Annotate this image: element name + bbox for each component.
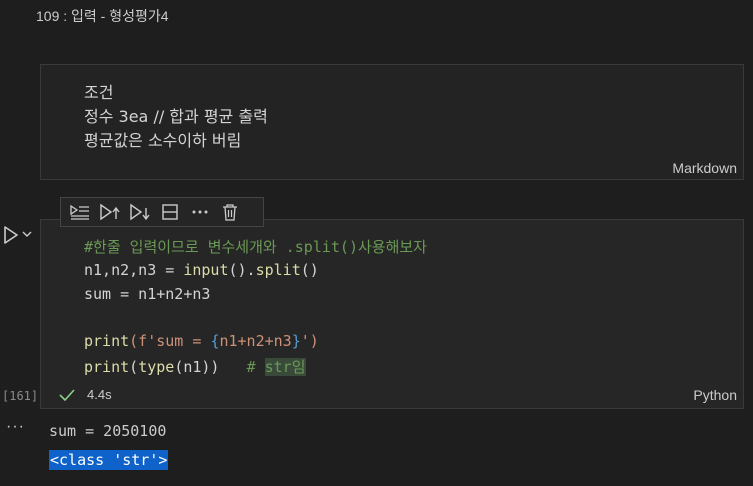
notebook-page: 109 : 입력 - 형성평가4 조건 정수 3ea // 합과 평균 출력 평… (0, 0, 753, 486)
code-comment-highlight: str임 (264, 358, 306, 376)
code-token: input (183, 261, 229, 279)
check-icon (59, 388, 75, 401)
code-token: n1+n2+n3 (219, 332, 292, 350)
output-line: sum = 2050100 (49, 422, 167, 440)
output-selection: <class 'str'> (49, 450, 169, 470)
code-token: n1,n2,n3 = (84, 261, 184, 279)
output-line-selected[interactable]: <class 'str'> (49, 450, 169, 470)
cell-language-label[interactable]: Python (693, 387, 737, 403)
more-actions-icon (192, 210, 208, 214)
code-token: } (291, 332, 301, 350)
split-cell-button[interactable] (157, 200, 183, 224)
run-cell-button[interactable] (0, 224, 22, 246)
execute-below-icon (130, 203, 150, 221)
code-token: (n1)) (174, 358, 247, 376)
chevron-down-icon (22, 231, 32, 237)
code-token: type (138, 358, 175, 376)
code-cell[interactable]: #한줄 입력이므로 변수세개와 .split()사용해보자 n1,n2,n3 =… (40, 219, 744, 409)
code-line: print(f'sum = {n1+n2+n3}') (84, 332, 319, 350)
run-by-line-icon (70, 204, 89, 220)
cell-toolbar (60, 197, 264, 227)
code-token: (f'sum = (129, 332, 211, 350)
code-line: #한줄 입력이므로 변수세개와 .split()사용해보자 (84, 236, 427, 257)
markdown-line: 평균값은 소수이하 버림 (84, 131, 242, 150)
code-token: split (255, 261, 301, 279)
run-options-button[interactable] (20, 226, 34, 242)
code-token: ') (300, 332, 319, 350)
markdown-line: 조건 (84, 83, 114, 102)
code-token: ( (129, 358, 139, 376)
code-token: (). (228, 261, 256, 279)
execution-count: [161] (2, 389, 39, 403)
play-icon (4, 226, 18, 244)
execute-below-button[interactable] (127, 200, 153, 224)
code-token: sum = n1+n2+n3 (84, 285, 211, 303)
code-comment: #한줄 입력이므로 변수세개와 .split()사용해보자 (84, 238, 427, 256)
code-line: sum = n1+n2+n3 (84, 285, 210, 303)
delete-icon (223, 204, 237, 221)
run-by-line-button[interactable] (67, 200, 93, 224)
markdown-cell[interactable]: 조건 정수 3ea // 합과 평균 출력 평균값은 소수이하 버림 Markd… (40, 64, 744, 180)
markdown-line: 정수 3ea // 합과 평균 출력 (84, 107, 268, 126)
code-line: print(type(n1)) # str임 (84, 356, 306, 377)
code-comment: # (246, 358, 265, 376)
execute-above-button[interactable] (97, 200, 123, 224)
cell-status: 4.4s (59, 387, 112, 402)
code-token: print (84, 332, 130, 350)
split-cell-icon (162, 204, 178, 220)
output-actions-button[interactable]: ··· (6, 418, 25, 436)
code-line: n1,n2,n3 = input().split() (84, 261, 319, 279)
execute-above-icon (100, 203, 120, 221)
notebook-title: 109 : 입력 - 형성평가4 (36, 8, 169, 24)
code-token: print (84, 358, 130, 376)
code-token: () (300, 261, 319, 279)
more-actions-button[interactable] (187, 200, 213, 224)
execution-time: 4.4s (87, 387, 112, 402)
cell-language-label[interactable]: Markdown (672, 160, 737, 176)
delete-cell-button[interactable] (217, 200, 243, 224)
